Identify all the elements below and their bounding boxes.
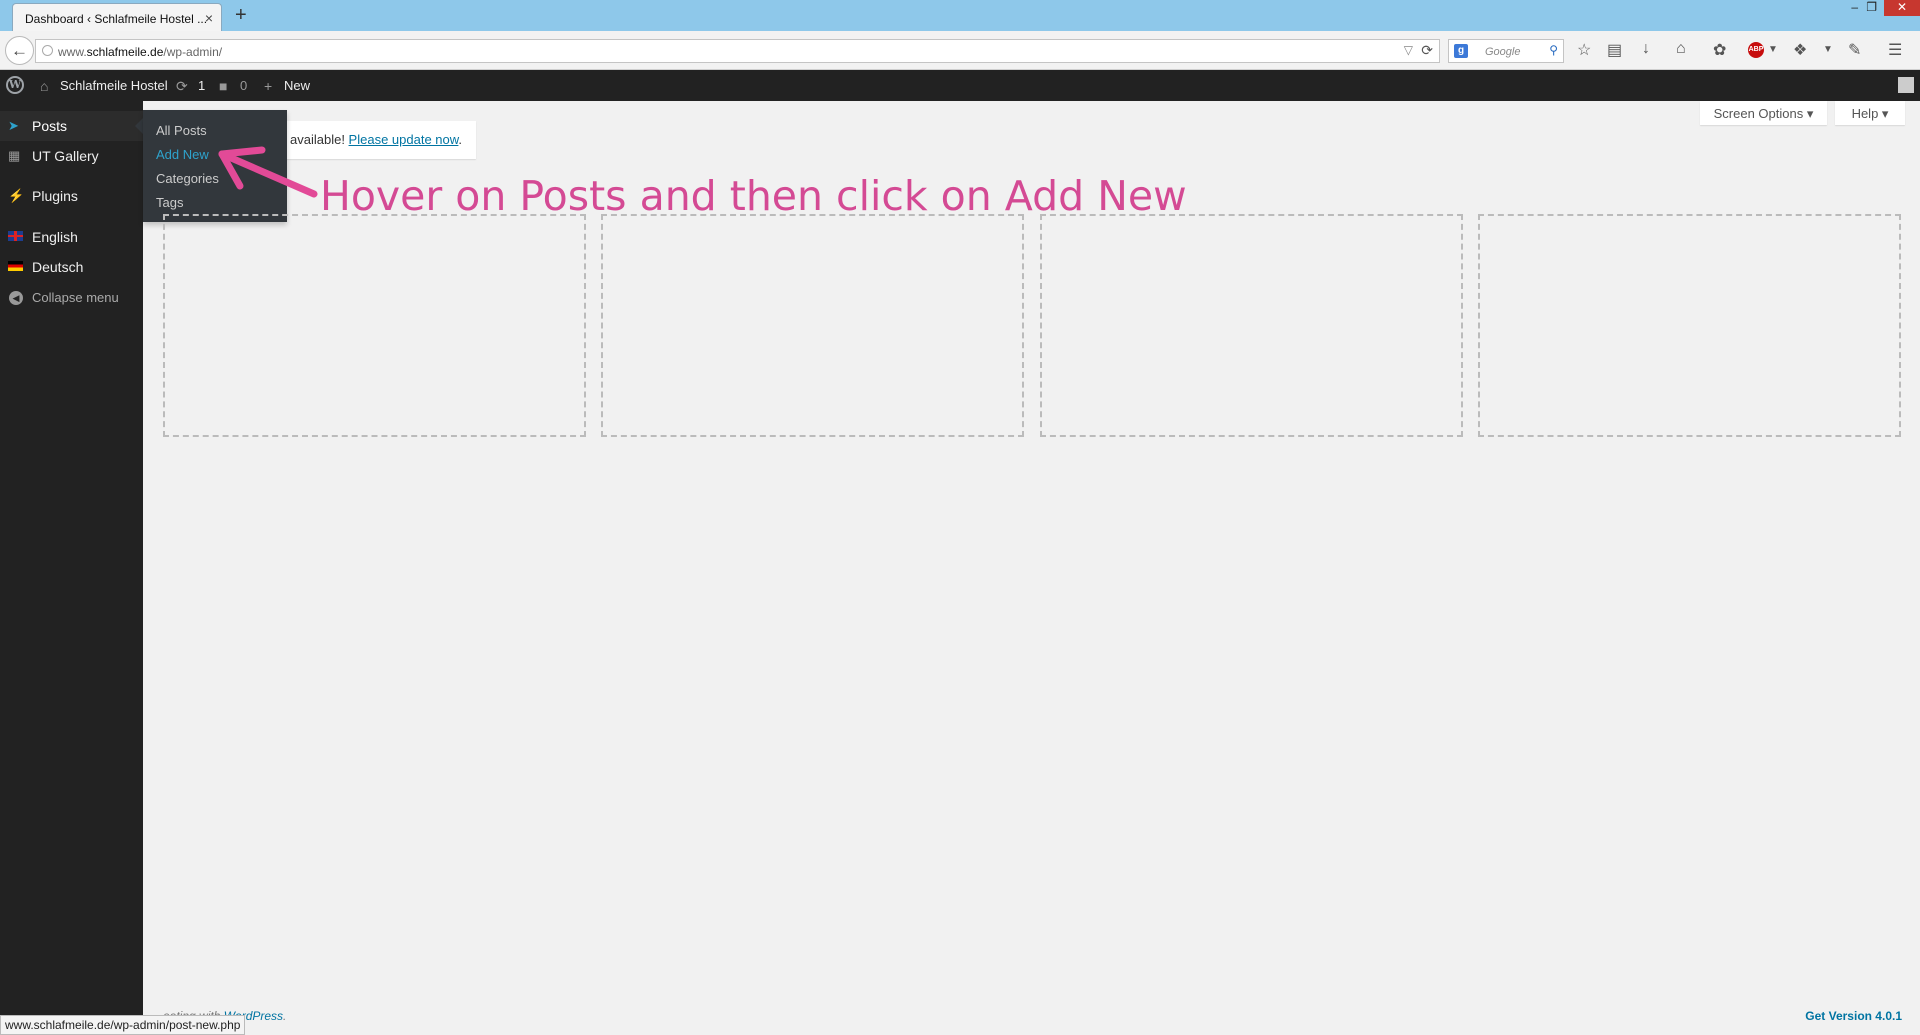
wordpress-logo-icon[interactable]: W: [6, 76, 24, 94]
sync-icon[interactable]: ✎: [1848, 40, 1861, 60]
version-link[interactable]: Get Version 4.0.1: [1805, 1009, 1902, 1023]
google-icon[interactable]: g: [1454, 44, 1468, 58]
sidebar-item-label: Plugins: [32, 188, 78, 204]
search-icon[interactable]: ⚲: [1549, 43, 1558, 57]
uk-flag-icon: [8, 231, 23, 241]
adblock-dropdown-icon[interactable]: ▼: [1768, 44, 1778, 55]
dashboard-widget-area: [1478, 214, 1901, 437]
reload-icon[interactable]: ⟳: [1421, 42, 1433, 59]
url-host: schlafmeile.de: [86, 45, 164, 59]
annotation-arrow-icon: [218, 146, 318, 198]
sidebar-item-label: Deutsch: [32, 259, 84, 275]
url-bar[interactable]: www.schlafmeile.de/wp-admin/ ▽ ⟳: [35, 39, 1440, 63]
folder-icon: ▦: [8, 148, 21, 163]
update-now-link[interactable]: Please update now: [349, 132, 459, 147]
pin-icon: ➤: [8, 118, 19, 133]
screen-options-button[interactable]: Screen Options ▾: [1700, 101, 1827, 125]
search-placeholder: Google: [1485, 46, 1521, 58]
addon-dropdown-icon[interactable]: ▼: [1823, 44, 1833, 55]
comments-icon[interactable]: ■: [219, 78, 227, 94]
dashboard-widget-area: [601, 214, 1024, 437]
wp-admin-bar: W ⌂ Schlafmeile Hostel ⟳ 1 ■ 0 + New: [0, 70, 1920, 101]
url-dropdown-icon[interactable]: ▽: [1404, 43, 1413, 57]
download-icon[interactable]: ↓: [1642, 40, 1650, 58]
de-flag-icon: [8, 261, 23, 271]
sidebar-item-ut-gallery[interactable]: ▦ UT Gallery: [0, 141, 143, 171]
sidebar-item-english[interactable]: English: [0, 222, 143, 252]
sidebar-item-plugins[interactable]: ⚡ Plugins: [0, 181, 143, 211]
globe-icon: [42, 45, 53, 56]
sidebar-item-deutsch[interactable]: Deutsch: [0, 252, 143, 282]
status-bar-url: www.schlafmeile.de/wp-admin/post-new.php: [0, 1015, 246, 1035]
sidebar-item-label: English: [32, 229, 78, 245]
help-button[interactable]: Help ▾: [1835, 101, 1905, 125]
back-arrow-icon[interactable]: ←: [5, 36, 34, 65]
url-prefix: www.: [58, 45, 87, 59]
plus-icon[interactable]: +: [264, 78, 272, 94]
notice-text: available!: [290, 132, 349, 147]
updates-count[interactable]: 1: [198, 78, 205, 93]
user-avatar[interactable]: [1898, 77, 1914, 93]
maximize-icon[interactable]: ❐: [1866, 0, 1877, 16]
browser-tab[interactable]: Dashboard ‹ Schlafmeile Hostel ... ×: [12, 3, 222, 31]
minimize-icon[interactable]: –: [1851, 0, 1858, 16]
dashboard-widget-area: [163, 214, 586, 437]
new-tab-button[interactable]: +: [235, 4, 247, 27]
home-icon[interactable]: ⌂: [40, 78, 48, 94]
sidebar-item-collapse[interactable]: ◀ Collapse menu: [0, 283, 143, 313]
comments-count[interactable]: 0: [240, 78, 247, 93]
footer-text-end: .: [283, 1009, 287, 1023]
updates-icon[interactable]: ⟳: [176, 78, 188, 95]
submenu-all-posts[interactable]: All Posts: [143, 119, 287, 143]
sidebar-item-posts[interactable]: ➤ Posts: [0, 111, 143, 141]
annotation-text: Hover on Posts and then click on Add New: [320, 172, 1187, 220]
bookmark-star-icon[interactable]: ☆: [1577, 40, 1591, 60]
adblock-icon[interactable]: ABP: [1748, 42, 1764, 58]
close-window-icon[interactable]: ✕: [1884, 0, 1920, 16]
dashboard-widget-area: [1040, 214, 1463, 437]
site-name-link[interactable]: Schlafmeile Hostel: [60, 78, 168, 93]
browser-tab-bar: Dashboard ‹ Schlafmeile Hostel ... × + –…: [0, 0, 1920, 31]
new-content-link[interactable]: New: [284, 78, 310, 93]
admin-sidebar: ➤ Posts ▦ UT Gallery ⚡ Plugins English D…: [0, 101, 143, 1035]
plugin-icon: ⚡: [8, 188, 25, 203]
url-path: /wp-admin/: [163, 45, 223, 59]
reading-list-icon[interactable]: ▤: [1607, 40, 1622, 60]
menu-icon[interactable]: ☰: [1888, 40, 1902, 60]
sidebar-item-label: UT Gallery: [32, 148, 99, 164]
addon-icon[interactable]: ❖: [1793, 40, 1807, 60]
browser-nav-bar: ← www.schlafmeile.de/wp-admin/ ▽ ⟳ g Goo…: [0, 31, 1920, 70]
extension-icon[interactable]: ✿: [1713, 40, 1726, 60]
tab-title: Dashboard ‹ Schlafmeile Hostel ...: [25, 12, 208, 26]
sidebar-item-label: Collapse menu: [32, 290, 119, 305]
collapse-icon: ◀: [9, 291, 23, 305]
notice-end: .: [458, 132, 463, 147]
close-tab-icon[interactable]: ×: [205, 10, 213, 26]
sidebar-item-label: Posts: [32, 118, 68, 134]
search-input[interactable]: g Google ⚲: [1448, 39, 1564, 63]
home-icon[interactable]: ⌂: [1676, 40, 1686, 58]
